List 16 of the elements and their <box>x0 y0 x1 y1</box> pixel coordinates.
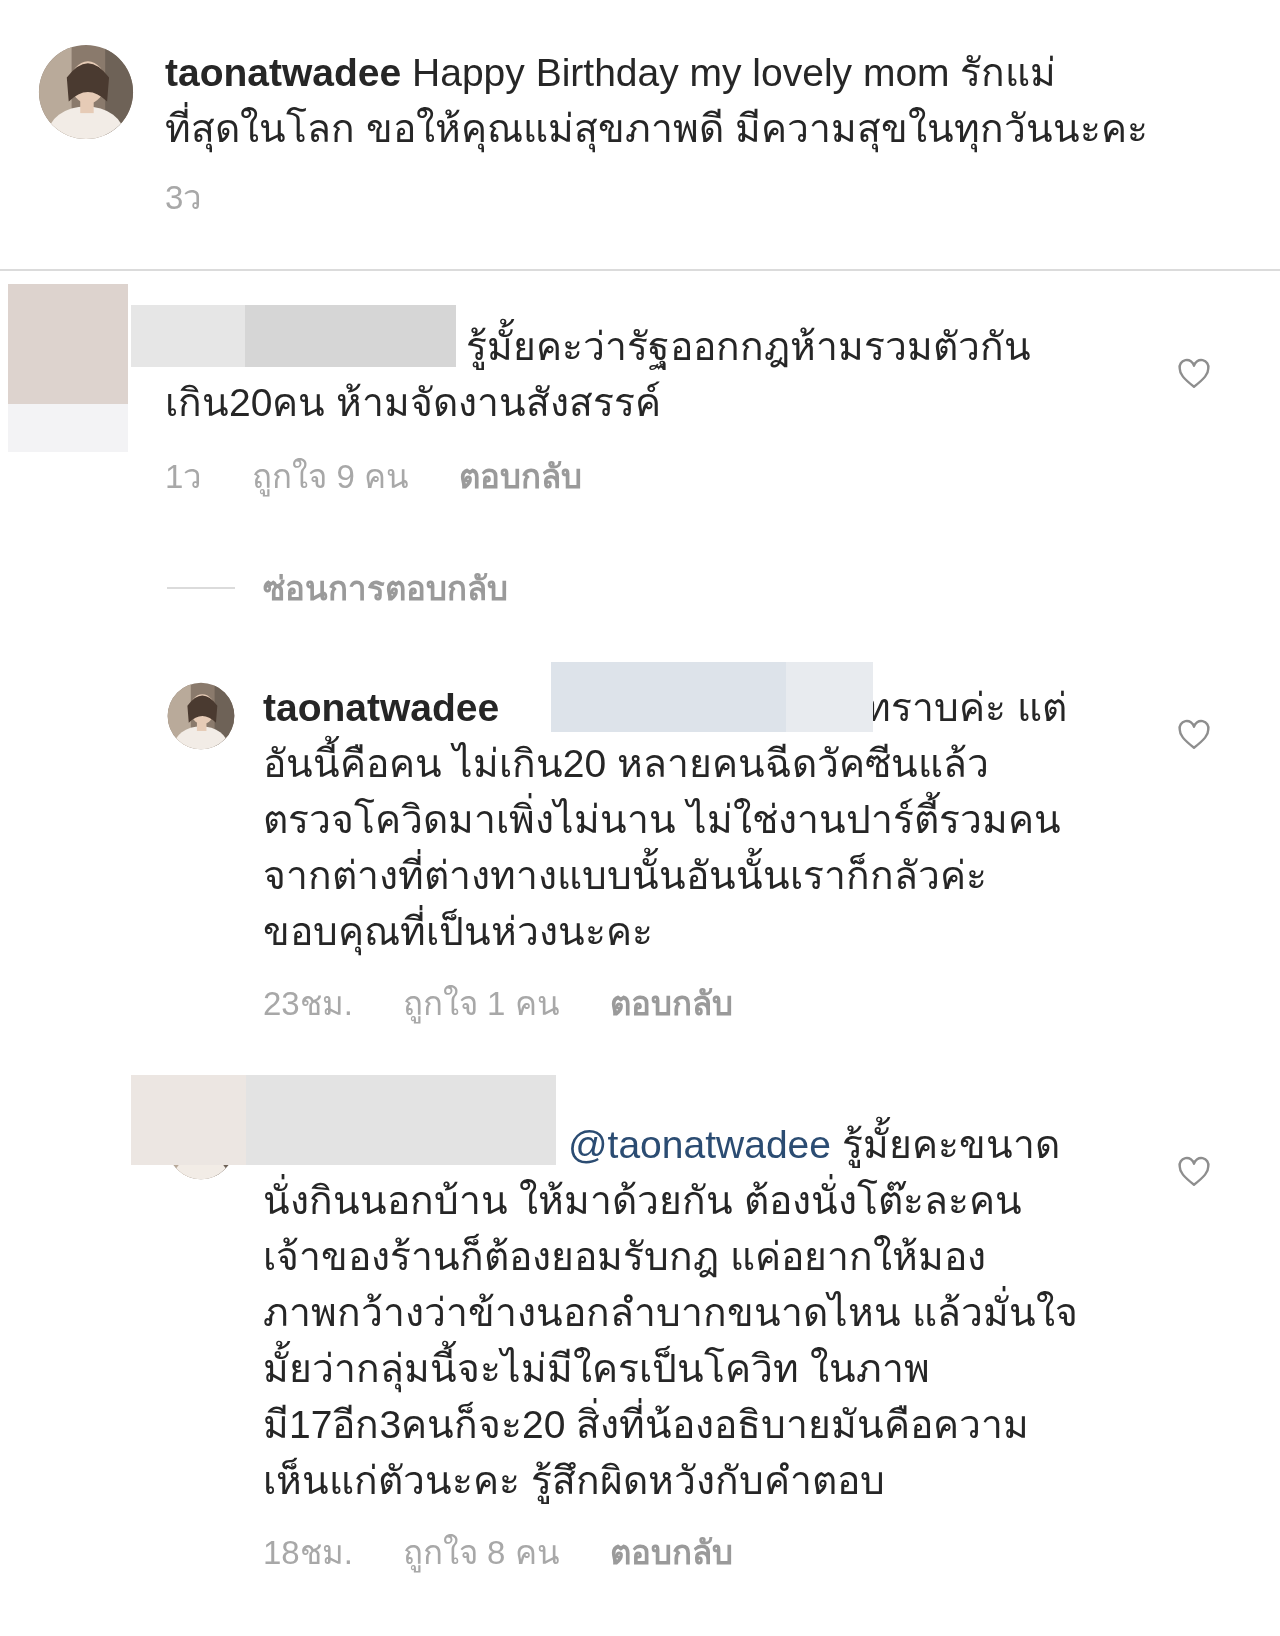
hide-replies-link[interactable]: ซ่อนการตอบกลับ <box>263 561 508 615</box>
comment-time: 23ชม. <box>263 984 353 1024</box>
mention-link[interactable]: @taonatwadee <box>568 1123 831 1166</box>
reply-text: @taonatwadee รู้มั้ยคะขนาด นั่งกินนอกบ้าน ให้มาด้วยกัน ต้องนั่งโต๊ะละคน เจ้าของร้านก็ต้องยอมรับกฎ แค่อยากให้มอง ภาพกว้างว่าข้างนอกลำบากขนาดไหน แล้วมั่นใจ มั้ยว่ากลุ่มนี้จะไม่มีใครเป็นโควิท ในภาพ มี17อีก3คนก็จะ20 สิ่งที่น้องอธิบายมันคือความ เห็นแก่ตัวนะคะ รู้สึกผิดหวังกับคำตอบ <box>263 1117 1176 1509</box>
comment-text: รู้มั้ยคะว่ารัฐออกกฎห้ามรวมตัวกัน เกิน20คน ห้ามจัดงานสังสรรค์ <box>165 319 1176 431</box>
reply-link[interactable]: ตอบกลับ <box>459 455 583 499</box>
reply-link[interactable]: ตอบกลับ <box>609 1531 733 1575</box>
likes-link[interactable]: ถูกใจ 9 คน <box>252 455 410 499</box>
comment-time: 1ว <box>165 457 203 497</box>
reply-link[interactable]: ตอบกลับ <box>609 982 733 1026</box>
comment-time: 18ชม. <box>263 1533 353 1573</box>
caption-time: 3ว <box>165 178 203 218</box>
caption-text: taonatwadee Happy Birthday my lovely mom รักแม่ ที่สุดในโลก ขอให้คุณแม่สุขภาพดี มีความสุขในทุกวันนะคะ <box>165 45 1280 157</box>
divider-line <box>167 587 235 589</box>
likes-link[interactable]: ถูกใจ 1 คน <box>402 982 560 1026</box>
likes-link[interactable]: ถูกใจ 8 คน <box>402 1531 560 1575</box>
